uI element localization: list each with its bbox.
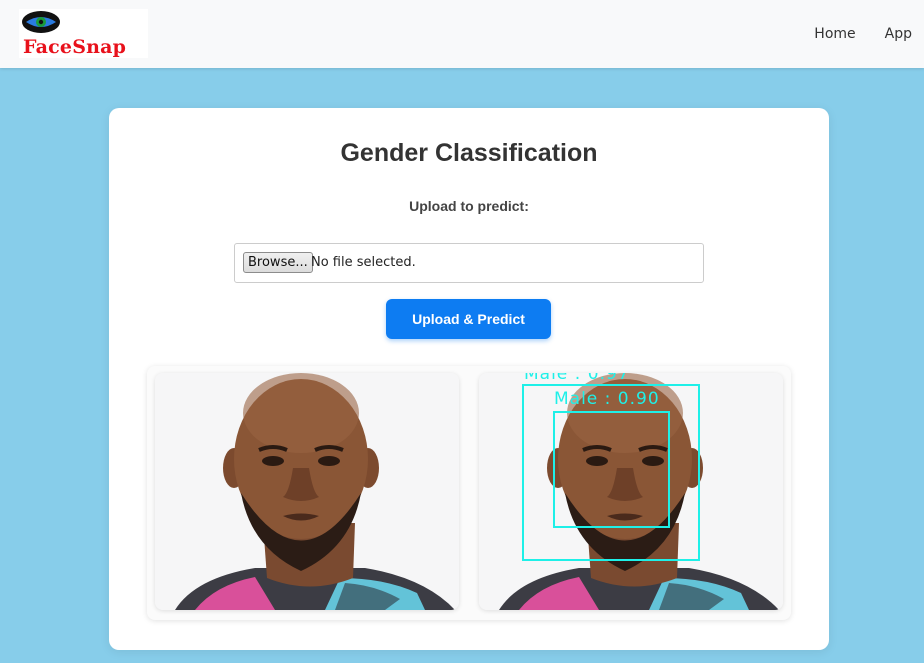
results-panel: Male : 0.97 Male : 0.90 bbox=[147, 366, 791, 620]
main-card: Gender Classification Upload to predict:… bbox=[109, 108, 829, 650]
detection-box-inner bbox=[553, 411, 670, 528]
eye-icon bbox=[22, 11, 60, 33]
upload-prompt: Upload to predict: bbox=[409, 198, 529, 214]
browse-button[interactable]: Browse... bbox=[243, 252, 313, 273]
original-photo bbox=[155, 373, 459, 610]
page-title: Gender Classification bbox=[340, 139, 598, 167]
annotated-photo: Male : 0.97 Male : 0.90 bbox=[479, 373, 783, 610]
portrait-image bbox=[155, 373, 459, 610]
detection-label-outer: Male : 0.97 bbox=[524, 373, 630, 384]
detection-label-inner: Male : 0.90 bbox=[554, 389, 660, 409]
nav-links: Home App bbox=[785, 0, 912, 68]
brand-logo[interactable]: FaceSnap bbox=[19, 9, 148, 58]
nav-link-home[interactable]: Home bbox=[814, 26, 855, 42]
upload-predict-button[interactable]: Upload & Predict bbox=[386, 299, 551, 339]
brand-name: FaceSnap bbox=[23, 36, 127, 58]
navbar: FaceSnap Home App bbox=[0, 0, 924, 68]
file-input[interactable]: Browse... No file selected. bbox=[234, 243, 704, 283]
file-status: No file selected. bbox=[311, 255, 416, 270]
nav-link-app[interactable]: App bbox=[885, 26, 912, 42]
